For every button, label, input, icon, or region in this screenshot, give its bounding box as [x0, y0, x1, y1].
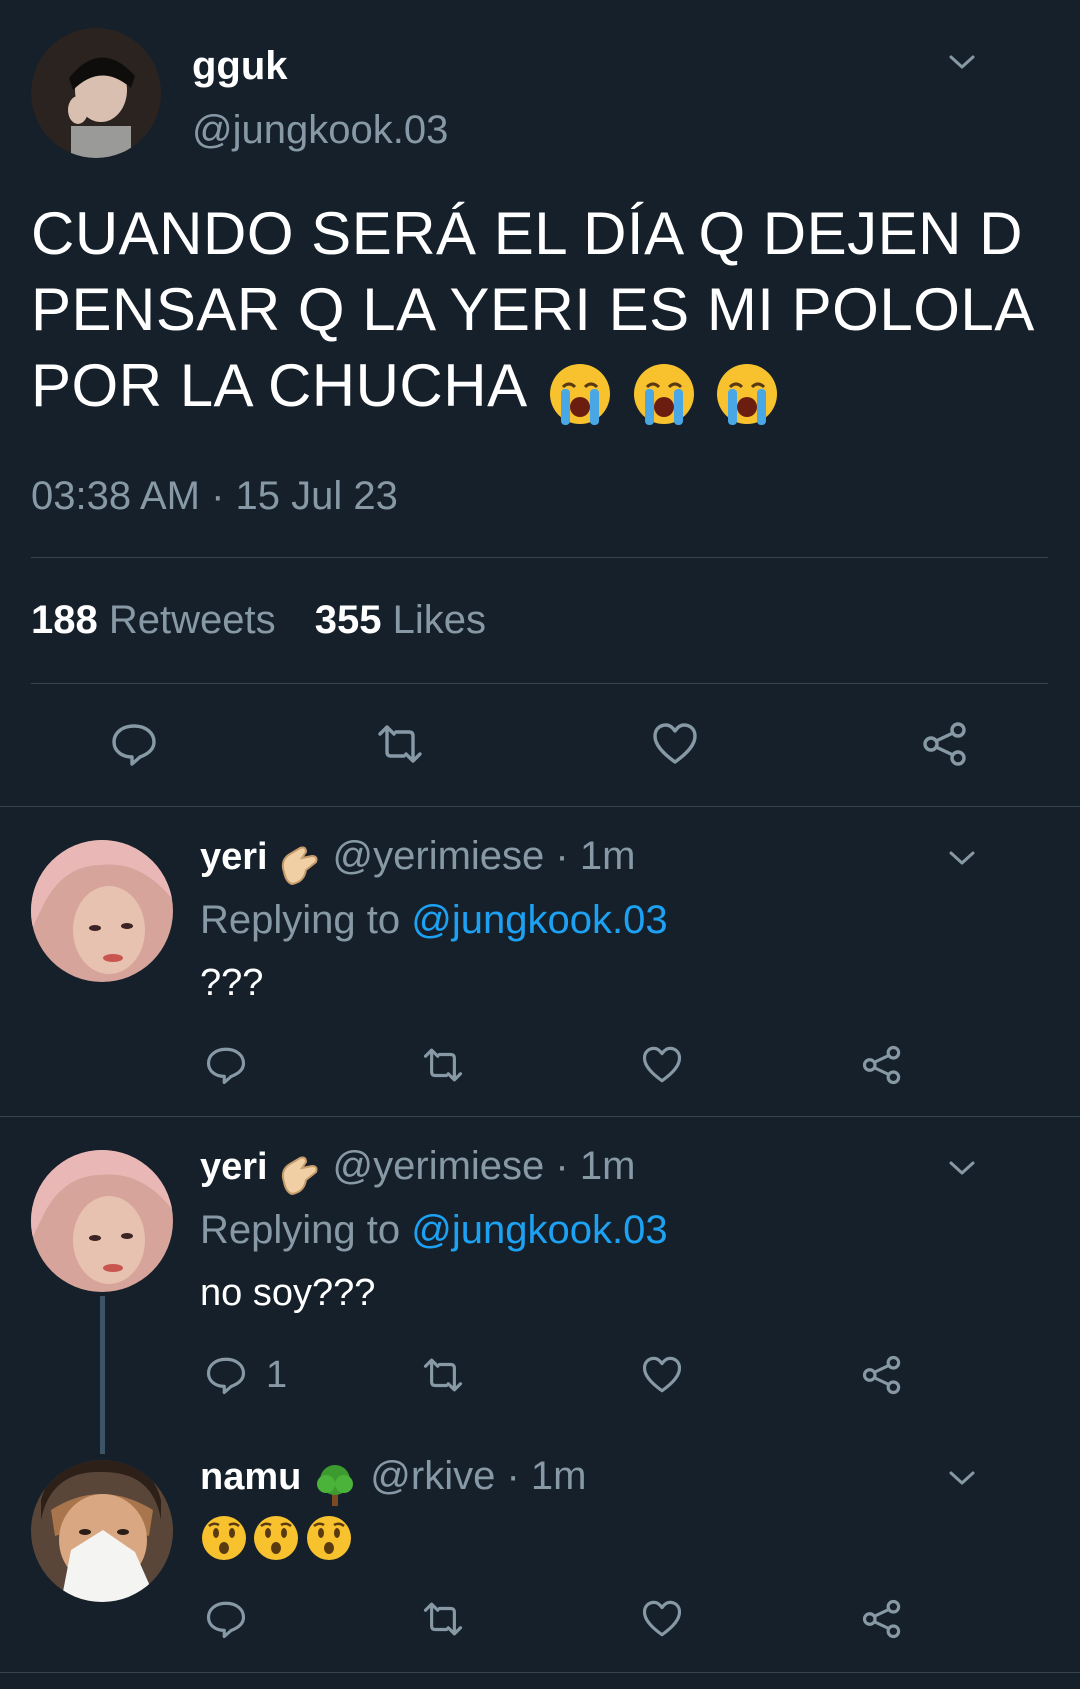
divider — [31, 683, 1048, 684]
tweet-text-content: CUANDO SERÁ EL DÍA Q DEJEN D PENSAR Q LA… — [31, 200, 1032, 419]
share-icon — [862, 1599, 901, 1639]
reply-menu-chevron-icon[interactable] — [947, 1158, 977, 1178]
replying-to: Replying to @jungkook.03 — [200, 1208, 668, 1253]
divider — [0, 806, 1080, 807]
reply-avatar[interactable] — [31, 840, 173, 982]
reply-icon — [112, 724, 156, 766]
like-button[interactable] — [641, 1044, 683, 1086]
retweet-button[interactable] — [422, 1354, 464, 1396]
reply-menu-chevron-icon[interactable] — [947, 848, 977, 868]
reply-handle-time[interactable]: @yerimiese · 1m — [333, 1144, 636, 1188]
reply-count: 1 — [266, 1354, 288, 1396]
share-icon — [923, 722, 966, 766]
heart-icon — [642, 1600, 682, 1637]
like-button[interactable] — [651, 720, 699, 768]
likes-label: Likes — [392, 598, 487, 642]
author-handle[interactable]: @jungkook.03 — [192, 108, 448, 153]
retweet-icon — [378, 725, 422, 763]
hushed-face-icon — [254, 1516, 299, 1560]
tree-icon — [316, 1464, 353, 1506]
likes-stat[interactable]: 355 Likes — [315, 598, 486, 642]
reply-button[interactable] — [205, 1598, 247, 1640]
reply-button[interactable] — [110, 720, 158, 768]
retweet-icon — [423, 1602, 463, 1636]
reply-button[interactable] — [205, 1354, 247, 1396]
divider — [0, 1116, 1080, 1117]
share-button[interactable] — [861, 1598, 903, 1640]
tweet-text: CUANDO SERÁ EL DÍA Q DEJEN D PENSAR Q LA… — [31, 196, 1041, 428]
reply-menu-chevron-icon[interactable] — [947, 1468, 977, 1488]
reply-header: yeri @yerimiese · 1m — [200, 1144, 635, 1198]
loudly-crying-face-icon — [716, 364, 777, 426]
reply-icon — [206, 1357, 246, 1395]
reply-icon — [206, 1047, 246, 1085]
retweet-button[interactable] — [422, 1044, 464, 1086]
reply-text: no soy??? — [200, 1272, 376, 1314]
share-button[interactable] — [921, 720, 969, 768]
divider — [31, 557, 1048, 558]
share-button[interactable] — [861, 1044, 903, 1086]
pinching-hand-icon — [281, 846, 318, 885]
retweets-label: Retweets — [108, 598, 276, 642]
reply-display-name[interactable]: yeri — [200, 1146, 268, 1188]
reply-text — [200, 1514, 353, 1562]
pinching-hand-icon — [281, 1156, 318, 1195]
loudly-crying-face-icon — [550, 364, 611, 426]
crying-emoji-group — [547, 352, 779, 428]
reply-avatar[interactable] — [31, 1460, 173, 1602]
replying-handle-link[interactable]: @jungkook.03 — [411, 898, 667, 942]
loudly-crying-face-icon — [633, 364, 694, 426]
heart-icon — [642, 1046, 682, 1083]
reply-display-name[interactable]: namu — [200, 1456, 301, 1498]
share-button[interactable] — [861, 1354, 903, 1396]
divider — [0, 1672, 1080, 1673]
share-icon — [862, 1355, 901, 1395]
author-avatar[interactable] — [31, 28, 161, 158]
reply-handle-time[interactable]: @yerimiese · 1m — [333, 834, 636, 878]
tweet-stats: 188 Retweets 355 Likes — [31, 598, 486, 643]
retweet-icon — [423, 1048, 463, 1082]
reply-header: namu @rkive · 1m — [200, 1454, 586, 1508]
likes-count: 355 — [314, 598, 382, 642]
replying-prefix: Replying to — [200, 1208, 401, 1252]
reply-handle-time[interactable]: @rkive · 1m — [370, 1454, 586, 1498]
replying-prefix: Replying to — [200, 898, 401, 942]
tweet-menu-chevron-icon[interactable] — [947, 52, 977, 72]
reply-display-name[interactable]: yeri — [200, 836, 268, 878]
reply-text: ??? — [200, 962, 264, 1004]
tweet-timestamp[interactable]: 03:38 AM · 15 Jul 23 — [31, 474, 398, 519]
retweet-button[interactable] — [376, 720, 424, 768]
retweets-stat[interactable]: 188 Retweets — [31, 598, 287, 642]
heart-icon — [642, 1356, 682, 1393]
like-button[interactable] — [641, 1354, 683, 1396]
reply-icon — [206, 1601, 246, 1639]
replying-handle-link[interactable]: @jungkook.03 — [411, 1208, 667, 1252]
reply-avatar[interactable] — [31, 1150, 173, 1292]
heart-icon — [653, 723, 697, 764]
like-button[interactable] — [641, 1598, 683, 1640]
reply-header: yeri @yerimiese · 1m — [200, 834, 635, 888]
share-icon — [862, 1045, 901, 1085]
retweet-icon — [423, 1358, 463, 1392]
retweets-count: 188 — [31, 598, 98, 642]
replying-to: Replying to @jungkook.03 — [200, 898, 668, 943]
retweet-button[interactable] — [422, 1598, 464, 1640]
hushed-face-icon — [306, 1516, 351, 1560]
thread-connector-line — [100, 1296, 105, 1454]
reply-button[interactable] — [205, 1044, 247, 1086]
hushed-face-icon — [202, 1516, 246, 1560]
author-display-name[interactable]: gguk — [192, 44, 288, 89]
